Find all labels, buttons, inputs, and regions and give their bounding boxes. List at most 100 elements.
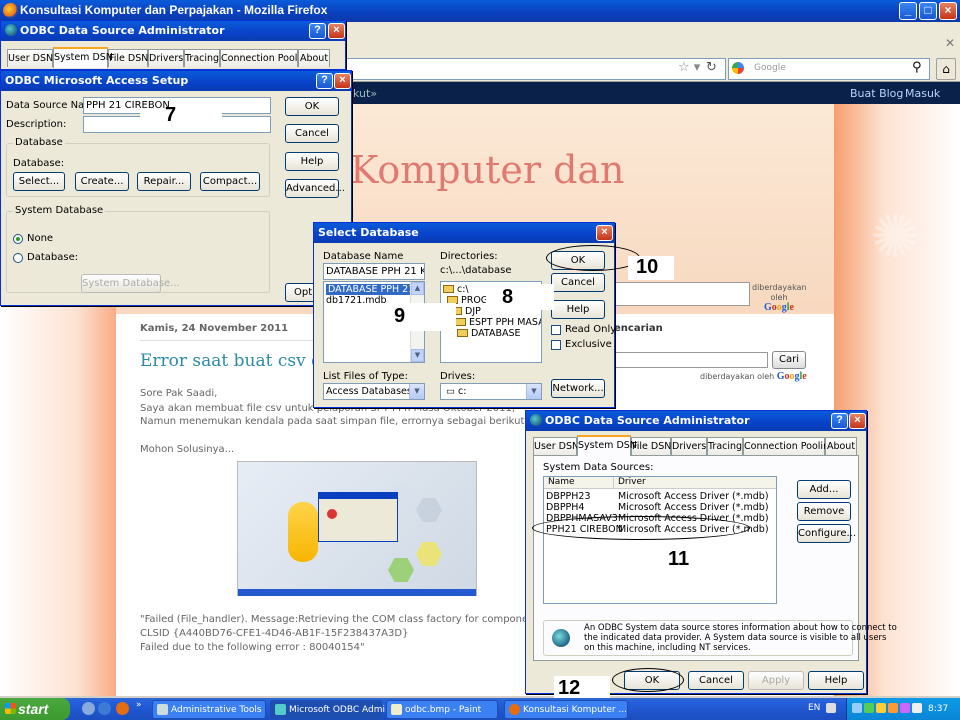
read-only-label: Read Only (565, 324, 617, 335)
column-header-name[interactable]: Name (544, 477, 614, 489)
cari-button[interactable]: Cari (772, 351, 806, 369)
help-button[interactable]: Help (285, 152, 339, 171)
tab-user-dsn[interactable]: User DSN (533, 437, 579, 455)
close-title-button[interactable]: × (328, 23, 345, 39)
close-tab-icon[interactable]: ✕ (945, 36, 955, 50)
annotation-10: 10 (636, 256, 659, 278)
none-radio[interactable] (13, 234, 23, 244)
firefox-quicklaunch-icon[interactable] (116, 702, 129, 715)
tray-icon[interactable] (852, 703, 862, 713)
blog-search-input-2[interactable] (612, 352, 768, 368)
tray-icon[interactable] (864, 703, 874, 713)
system-data-sources-label: System Data Sources: (543, 462, 654, 473)
list-item[interactable]: c:\ (443, 284, 469, 295)
file-type-label: List Files of Type: (323, 371, 408, 382)
column-header-driver[interactable]: Driver (614, 477, 776, 489)
quicklaunch-chevron-icon[interactable]: » (136, 700, 142, 710)
ok-button[interactable]: OK (285, 97, 339, 116)
task-paint[interactable]: odbc.bmp - Paint (386, 700, 498, 719)
configure-button[interactable]: Configure... (797, 524, 856, 543)
cancel-button[interactable]: Cancel (551, 273, 605, 292)
apply-button[interactable]: Apply (748, 671, 804, 690)
tray-icon[interactable] (888, 703, 898, 713)
help-title-button[interactable]: ? (831, 413, 848, 429)
repair-button[interactable]: Repair... (137, 172, 191, 191)
close-title-button[interactable]: × (849, 413, 866, 429)
open-folder-icon (457, 329, 468, 337)
google-search-engine-icon[interactable] (732, 62, 744, 74)
system-database-button[interactable]: System Database... (81, 274, 180, 293)
cancel-button[interactable]: Cancel (688, 671, 744, 690)
compact-button[interactable]: Compact... (200, 172, 260, 191)
tab-file-dsn[interactable]: File DSN (108, 49, 148, 67)
add-button[interactable]: Add... (797, 480, 851, 499)
tab-tracing[interactable]: Tracing (707, 437, 743, 455)
create-button[interactable]: Create... (75, 172, 129, 191)
post-line-2: Namun menemukan kendala pada saat simpan… (140, 416, 528, 427)
url-bar[interactable] (346, 58, 726, 80)
task-administrative-tools[interactable]: Administrative Tools (152, 700, 266, 719)
file-type-select[interactable]: Access Databases (*.m ▼ (323, 383, 425, 400)
hummingbird-decoration-icon: ✺ (870, 202, 921, 272)
network-button[interactable]: Network... (551, 379, 605, 398)
tab-connection-pooling[interactable]: Connection Pooling (220, 49, 312, 67)
tab-drivers[interactable]: Drivers (148, 49, 184, 67)
tab-file-dsn[interactable]: File DSN (631, 437, 671, 455)
select-button[interactable]: Select... (13, 172, 65, 191)
advanced-button[interactable]: Advanced... (285, 179, 345, 198)
reload-icon[interactable]: ↻ (706, 60, 717, 75)
tab-about[interactable]: About (298, 49, 330, 67)
volume-icon[interactable] (912, 703, 922, 713)
navbar-next-link[interactable]: kut» (353, 87, 377, 100)
table-row[interactable]: DBPPH23 (546, 491, 591, 502)
tray-icon[interactable] (900, 703, 910, 713)
remove-button[interactable]: Remove (797, 502, 851, 521)
help-title-button[interactable]: ? (316, 73, 333, 89)
drives-select[interactable]: ▭ c: ▼ (440, 383, 542, 400)
tab-connection-pooling[interactable]: Connection Pooling (743, 437, 835, 455)
system-dsn-list[interactable]: Name Driver DBPPH23 Microsoft Access Dri… (543, 476, 777, 604)
maximize-button[interactable]: □ (919, 2, 937, 20)
read-only-checkbox[interactable] (551, 325, 561, 335)
ok-highlight-oval (612, 668, 684, 692)
tab-user-dsn[interactable]: User DSN (7, 49, 53, 67)
minimize-button[interactable]: _ (899, 2, 917, 20)
tab-drivers[interactable]: Drivers (671, 437, 707, 455)
list-item[interactable]: ESPT PPH MASA (455, 317, 541, 328)
tab-system-dsn[interactable]: System DSN (577, 435, 637, 456)
tab-system-dsn[interactable]: System DSN (53, 47, 113, 68)
help-button[interactable]: Help (551, 300, 605, 319)
help-button[interactable]: Help (808, 671, 864, 690)
close-button[interactable]: × (939, 2, 957, 20)
navbar-masuk-link[interactable]: Masuk (905, 87, 940, 100)
table-row[interactable]: DBPPH4 (546, 502, 584, 513)
list-item[interactable]: db1721.mdb (326, 295, 387, 306)
database-name-input[interactable]: DATABASE PPH 21 KOS (323, 263, 425, 280)
cancel-button[interactable]: Cancel (285, 124, 339, 143)
clock[interactable]: 8:37 (928, 704, 948, 714)
bee-mascot-icon (288, 502, 318, 562)
tab-about[interactable]: About (825, 437, 857, 455)
info-box: An ODBC System data source stores inform… (543, 620, 897, 656)
tab-tracing[interactable]: Tracing (184, 49, 220, 67)
home-icon[interactable]: ⌂ (936, 58, 956, 80)
blog-search-input[interactable] (612, 282, 750, 306)
help-title-button[interactable]: ? (309, 23, 326, 39)
search-magnifier-icon[interactable]: ⚲ (912, 60, 922, 75)
task-firefox[interactable]: Konsultasi Komputer ... (504, 700, 628, 719)
close-title-button[interactable]: × (596, 225, 613, 241)
database-group: Database Database: Select... Create... R… (6, 137, 270, 197)
show-desktop-icon[interactable] (82, 702, 95, 715)
language-bar-icon[interactable] (826, 703, 836, 713)
exclusive-checkbox[interactable] (551, 340, 561, 350)
task-odbc-admin[interactable]: Microsoft ODBC Admi... (270, 700, 394, 719)
language-indicator[interactable]: EN (808, 703, 820, 713)
database-radio[interactable] (13, 253, 23, 263)
ie-icon[interactable] (98, 702, 111, 715)
bookmark-star-icon[interactable]: ☆ ▾ (678, 60, 700, 75)
navbar-buat-blog-link[interactable]: Buat Blog (850, 87, 903, 100)
tray-icon[interactable] (876, 703, 886, 713)
list-item[interactable]: DATABASE (457, 328, 521, 339)
search-placeholder: Google (754, 63, 786, 73)
close-title-button[interactable]: × (334, 73, 351, 89)
